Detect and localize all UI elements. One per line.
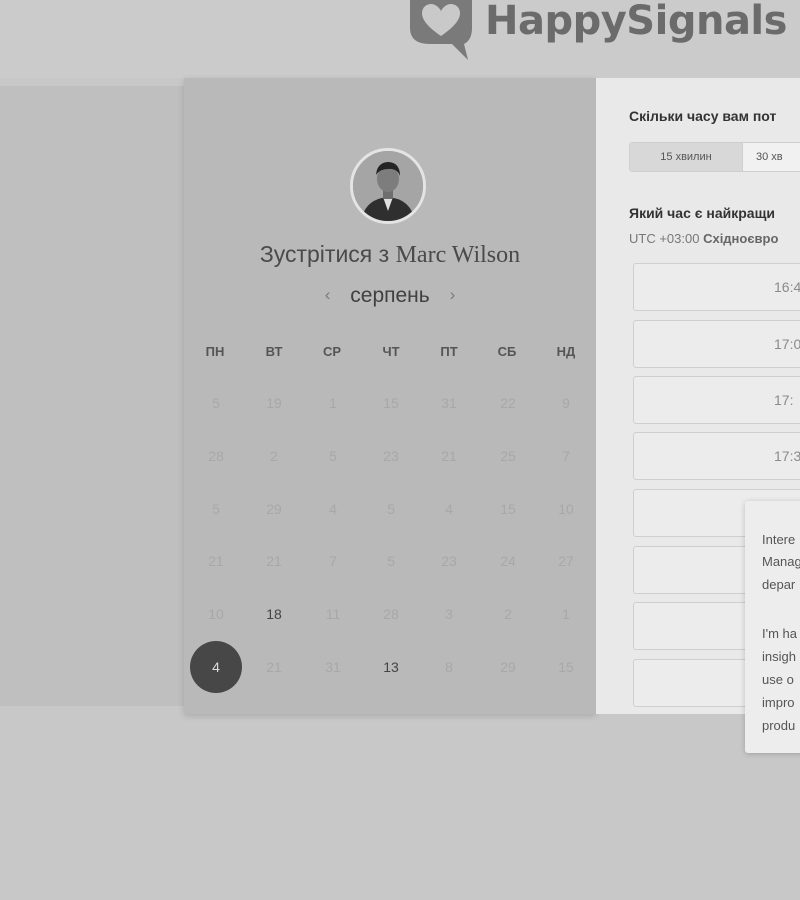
calendar-day[interactable]: 27 <box>540 535 592 587</box>
popup-text-line: produ <box>762 718 796 733</box>
calendar-day[interactable]: 23 <box>365 430 417 482</box>
calendar-day[interactable]: 21 <box>248 641 300 693</box>
calendar-day[interactable]: 1 <box>540 588 592 640</box>
calendar-day[interactable]: 18 <box>248 588 300 640</box>
heart-speech-bubble-icon <box>410 0 472 60</box>
calendar-day[interactable]: 7 <box>307 535 359 587</box>
calendar-day[interactable]: 3 <box>423 588 475 640</box>
time-slot-label: 16:4 <box>774 279 800 295</box>
host-avatar <box>350 148 426 224</box>
calendar-day[interactable]: 7 <box>540 430 592 482</box>
calendar-day[interactable]: 11 <box>307 588 359 640</box>
month-navigation: ‹ серпень › <box>184 284 596 308</box>
time-slot-label: 17:3 <box>774 448 800 464</box>
chat-popup[interactable]: Intere Manag depar I'm ha insigh use o i… <box>745 501 800 753</box>
calendar-day[interactable]: 29 <box>248 483 300 535</box>
duration-selector: 15 хвилин 30 хв <box>629 142 800 172</box>
meeting-title: Зустрітися з Marc Wilson <box>184 241 596 269</box>
weekday-header: ПН <box>205 344 225 359</box>
calendar-day[interactable]: 22 <box>482 377 534 429</box>
time-slot-label: 17: <box>774 392 794 408</box>
weekday-header: ЧТ <box>382 344 400 359</box>
person-avatar-icon <box>353 151 423 221</box>
popup-text-line: Manag <box>762 554 800 569</box>
background-strip <box>0 86 184 706</box>
calendar-panel: Зустрітися з Marc Wilson ‹ серпень › ПН … <box>184 78 596 714</box>
calendar-day[interactable]: 13 <box>365 641 417 693</box>
month-label: серпень <box>350 284 430 307</box>
calendar-day[interactable]: 15 <box>365 377 417 429</box>
duration-option-15[interactable]: 15 хвилин <box>630 143 743 171</box>
calendar-day[interactable]: 5 <box>190 483 242 535</box>
calendar-day[interactable]: 23 <box>423 535 475 587</box>
calendar-day[interactable]: 28 <box>190 430 242 482</box>
time-slot-button[interactable]: 16:4 <box>633 263 800 311</box>
calendar-day[interactable]: 10 <box>540 483 592 535</box>
calendar-day[interactable]: 1 <box>307 377 359 429</box>
calendar-day[interactable]: 4 <box>423 483 475 535</box>
duration-option-30[interactable]: 30 хв <box>744 143 800 171</box>
timezone-name: Східноєвро <box>703 231 779 246</box>
time-slot-label: 17:0 <box>774 336 800 352</box>
weekday-header: ПТ <box>440 344 458 359</box>
brand-logo-text: HappySignals <box>485 0 787 44</box>
calendar-day[interactable]: 4 <box>307 483 359 535</box>
calendar-day[interactable]: 5 <box>307 430 359 482</box>
weekday-header: ВТ <box>265 344 283 359</box>
calendar-day[interactable]: 15 <box>540 641 592 693</box>
calendar-day[interactable]: 21 <box>248 535 300 587</box>
calendar-day[interactable]: 5 <box>190 377 242 429</box>
time-slot-button[interactable]: 17: <box>633 376 800 424</box>
host-name: Marc Wilson <box>395 242 521 268</box>
calendar-day[interactable]: 5 <box>365 483 417 535</box>
calendar-day[interactable]: 25 <box>482 430 534 482</box>
popup-text-line: insigh <box>762 649 796 664</box>
calendar-day[interactable]: 8 <box>423 641 475 693</box>
calendar-day[interactable]: 2 <box>248 430 300 482</box>
calendar-day[interactable]: 5 <box>365 535 417 587</box>
calendar-day[interactable]: 28 <box>365 588 417 640</box>
calendar-day[interactable]: 2 <box>482 588 534 640</box>
calendar-day[interactable]: 9 <box>540 377 592 429</box>
chevron-left-icon[interactable]: ‹ <box>325 285 331 305</box>
calendar-day[interactable]: 29 <box>482 641 534 693</box>
popup-text-line: Intere <box>762 532 796 547</box>
weekday-header: СБ <box>497 344 517 359</box>
popup-text-line: I'm ha <box>762 626 797 641</box>
calendar-day[interactable]: 15 <box>482 483 534 535</box>
time-slot-button[interactable]: 17:3 <box>633 432 800 480</box>
calendar-day[interactable]: 21 <box>423 430 475 482</box>
popup-text-line: use o <box>762 672 794 687</box>
time-question: Який час є найкращи <box>629 205 775 221</box>
calendar-day[interactable]: 24 <box>482 535 534 587</box>
timezone-label[interactable]: UTC +03:00 Східноєвро <box>629 231 778 246</box>
calendar-day[interactable]: 31 <box>423 377 475 429</box>
weekday-header: НД <box>556 344 576 359</box>
weekday-header: СР <box>322 344 342 359</box>
chevron-right-icon[interactable]: › <box>450 285 456 305</box>
header-bar: HappySignals <box>0 0 800 78</box>
popup-text-line: depar <box>762 577 796 592</box>
calendar-day[interactable]: 10 <box>190 588 242 640</box>
calendar-day-selected[interactable]: 4 <box>190 641 242 693</box>
meeting-title-prefix: Зустрітися з <box>259 241 390 267</box>
calendar-day[interactable]: 21 <box>190 535 242 587</box>
calendar-day[interactable]: 19 <box>248 377 300 429</box>
calendar-day[interactable]: 31 <box>307 641 359 693</box>
timezone-offset: UTC +03:00 <box>629 231 700 246</box>
duration-question: Скільки часу вам пот <box>629 108 777 124</box>
popup-text-line: impro <box>762 695 795 710</box>
time-slot-button[interactable]: 17:0 <box>633 320 800 368</box>
